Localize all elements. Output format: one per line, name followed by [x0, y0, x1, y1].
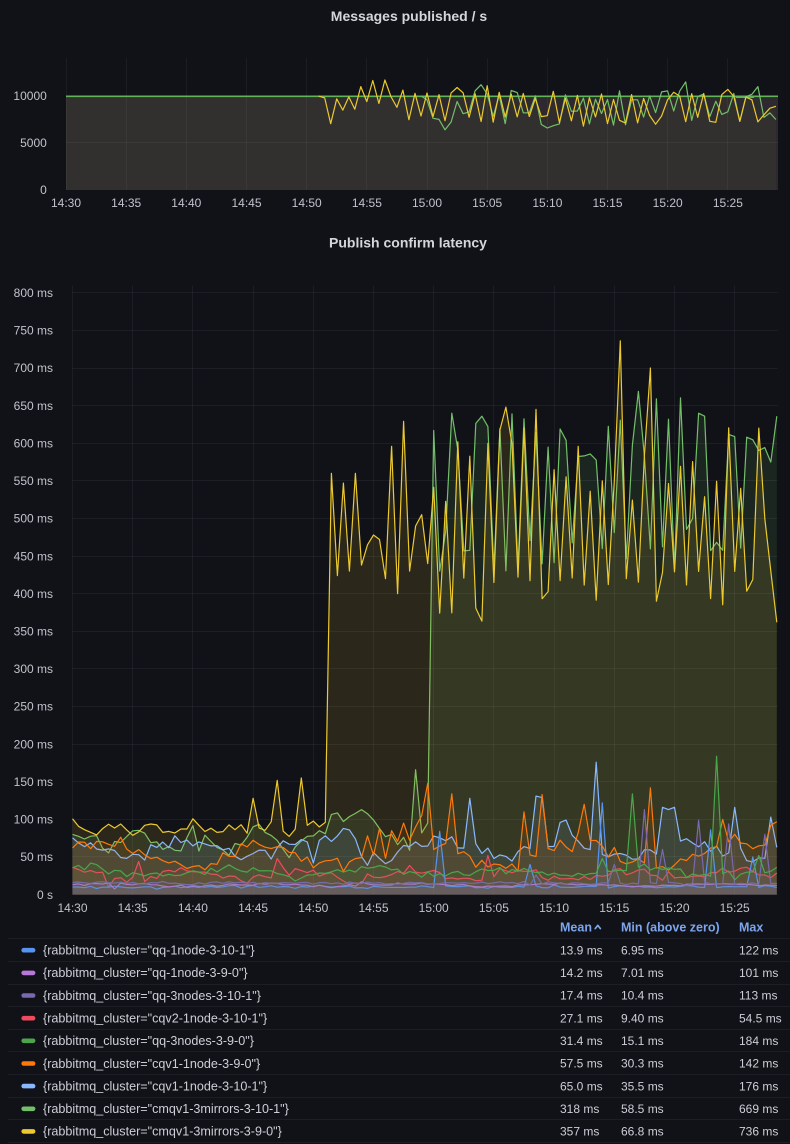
- svg-text:17.4 ms: 17.4 ms: [560, 989, 603, 1003]
- svg-text:113 ms: 113 ms: [739, 989, 777, 1003]
- svg-text:65.0 ms: 65.0 ms: [560, 1079, 603, 1093]
- svg-text:14:40: 14:40: [171, 196, 201, 210]
- svg-text:14:50: 14:50: [298, 901, 328, 915]
- svg-text:58.5 ms: 58.5 ms: [621, 1102, 664, 1116]
- svg-text:200 ms: 200 ms: [14, 737, 53, 751]
- svg-text:100 ms: 100 ms: [14, 813, 53, 827]
- svg-text:15:20: 15:20: [653, 196, 683, 210]
- svg-text:14:40: 14:40: [178, 901, 208, 915]
- svg-text:750 ms: 750 ms: [14, 324, 53, 338]
- svg-text:50 ms: 50 ms: [20, 850, 53, 864]
- svg-text:{rabbitmq_cluster="qq-3nodes-3: {rabbitmq_cluster="qq-3nodes-3-10-1"}: [43, 989, 261, 1003]
- svg-text:30.3 ms: 30.3 ms: [621, 1057, 664, 1071]
- svg-text:54.5 ms: 54.5 ms: [739, 1011, 782, 1025]
- svg-text:{rabbitmq_cluster="qq-1node-3-: {rabbitmq_cluster="qq-1node-3-9-0"}: [43, 966, 248, 980]
- svg-text:500 ms: 500 ms: [14, 512, 53, 526]
- svg-text:15:05: 15:05: [479, 901, 509, 915]
- svg-text:14:35: 14:35: [118, 901, 148, 915]
- svg-text:Max: Max: [739, 921, 763, 935]
- svg-text:176 ms: 176 ms: [739, 1079, 778, 1093]
- svg-text:14:55: 14:55: [358, 901, 388, 915]
- svg-text:122 ms: 122 ms: [739, 943, 778, 957]
- svg-text:14:45: 14:45: [231, 196, 261, 210]
- svg-text:{rabbitmq_cluster="cmqv1-3mirr: {rabbitmq_cluster="cmqv1-3mirrors-3-10-1…: [43, 1102, 289, 1116]
- svg-text:15.1 ms: 15.1 ms: [621, 1034, 664, 1048]
- svg-text:6.95 ms: 6.95 ms: [621, 943, 664, 957]
- svg-text:Min (above zero): Min (above zero): [621, 921, 720, 935]
- svg-text:{rabbitmq_cluster="qq-3nodes-3: {rabbitmq_cluster="qq-3nodes-3-9-0"}: [43, 1034, 254, 1048]
- svg-text:600 ms: 600 ms: [14, 437, 53, 451]
- svg-text:{rabbitmq_cluster="cmqv1-3mirr: {rabbitmq_cluster="cmqv1-3mirrors-3-9-0"…: [43, 1125, 282, 1139]
- svg-text:14:50: 14:50: [292, 196, 322, 210]
- svg-text:14:35: 14:35: [111, 196, 141, 210]
- svg-text:15:25: 15:25: [720, 901, 750, 915]
- svg-text:35.5 ms: 35.5 ms: [621, 1079, 664, 1093]
- svg-text:{rabbitmq_cluster="cqv2-1node-: {rabbitmq_cluster="cqv2-1node-3-10-1"}: [43, 1012, 267, 1026]
- svg-text:14:55: 14:55: [352, 196, 382, 210]
- svg-text:14.2 ms: 14.2 ms: [560, 966, 603, 980]
- svg-text:15:20: 15:20: [659, 901, 689, 915]
- svg-text:14:45: 14:45: [238, 901, 268, 915]
- svg-text:15:25: 15:25: [713, 196, 743, 210]
- svg-text:0 s: 0 s: [37, 888, 53, 902]
- svg-text:14:30: 14:30: [57, 901, 87, 915]
- svg-text:800 ms: 800 ms: [14, 286, 53, 300]
- svg-text:357 ms: 357 ms: [560, 1125, 599, 1139]
- svg-text:15:00: 15:00: [419, 901, 449, 915]
- svg-text:736 ms: 736 ms: [739, 1125, 778, 1139]
- svg-text:15:15: 15:15: [599, 901, 629, 915]
- svg-text:669 ms: 669 ms: [739, 1102, 778, 1116]
- svg-text:550 ms: 550 ms: [14, 474, 53, 488]
- svg-text:14:30: 14:30: [51, 196, 81, 210]
- svg-text:9.40 ms: 9.40 ms: [621, 1011, 664, 1025]
- svg-text:57.5 ms: 57.5 ms: [560, 1057, 603, 1071]
- svg-text:{rabbitmq_cluster="cqv1-1node-: {rabbitmq_cluster="cqv1-1node-3-10-1"}: [43, 1079, 267, 1093]
- svg-text:150 ms: 150 ms: [14, 775, 53, 789]
- svg-text:318 ms: 318 ms: [560, 1102, 599, 1116]
- svg-text:15:10: 15:10: [539, 901, 569, 915]
- svg-text:15:10: 15:10: [532, 196, 562, 210]
- svg-text:{rabbitmq_cluster="cqv1-1node-: {rabbitmq_cluster="cqv1-1node-3-9-0"}: [43, 1057, 260, 1071]
- svg-text:101 ms: 101 ms: [739, 966, 778, 980]
- svg-text:31.4 ms: 31.4 ms: [560, 1034, 603, 1048]
- svg-text:142 ms: 142 ms: [739, 1057, 778, 1071]
- svg-text:5000: 5000: [20, 136, 47, 150]
- svg-text:300 ms: 300 ms: [14, 662, 53, 676]
- svg-text:650 ms: 650 ms: [14, 399, 53, 413]
- svg-text:66.8 ms: 66.8 ms: [621, 1125, 664, 1139]
- svg-text:7.01 ms: 7.01 ms: [621, 966, 664, 980]
- svg-text:27.1 ms: 27.1 ms: [560, 1011, 603, 1025]
- svg-text:15:05: 15:05: [472, 196, 502, 210]
- svg-text:15:00: 15:00: [412, 196, 442, 210]
- svg-text:700 ms: 700 ms: [14, 361, 53, 375]
- svg-text:10000: 10000: [13, 89, 47, 103]
- svg-text:Mean: Mean: [560, 921, 592, 935]
- svg-text:400 ms: 400 ms: [14, 587, 53, 601]
- svg-text:Publish confirm latency: Publish confirm latency: [329, 235, 487, 251]
- svg-text:0: 0: [40, 183, 47, 197]
- svg-text:13.9 ms: 13.9 ms: [560, 943, 603, 957]
- svg-text:{rabbitmq_cluster="qq-1node-3-: {rabbitmq_cluster="qq-1node-3-10-1"}: [43, 944, 255, 958]
- svg-text:450 ms: 450 ms: [14, 549, 53, 563]
- svg-text:250 ms: 250 ms: [14, 700, 53, 714]
- svg-text:10.4 ms: 10.4 ms: [621, 989, 664, 1003]
- svg-text:Messages published / s: Messages published / s: [331, 8, 488, 24]
- svg-text:15:15: 15:15: [592, 196, 622, 210]
- svg-text:350 ms: 350 ms: [14, 625, 53, 639]
- svg-text:184 ms: 184 ms: [739, 1034, 778, 1048]
